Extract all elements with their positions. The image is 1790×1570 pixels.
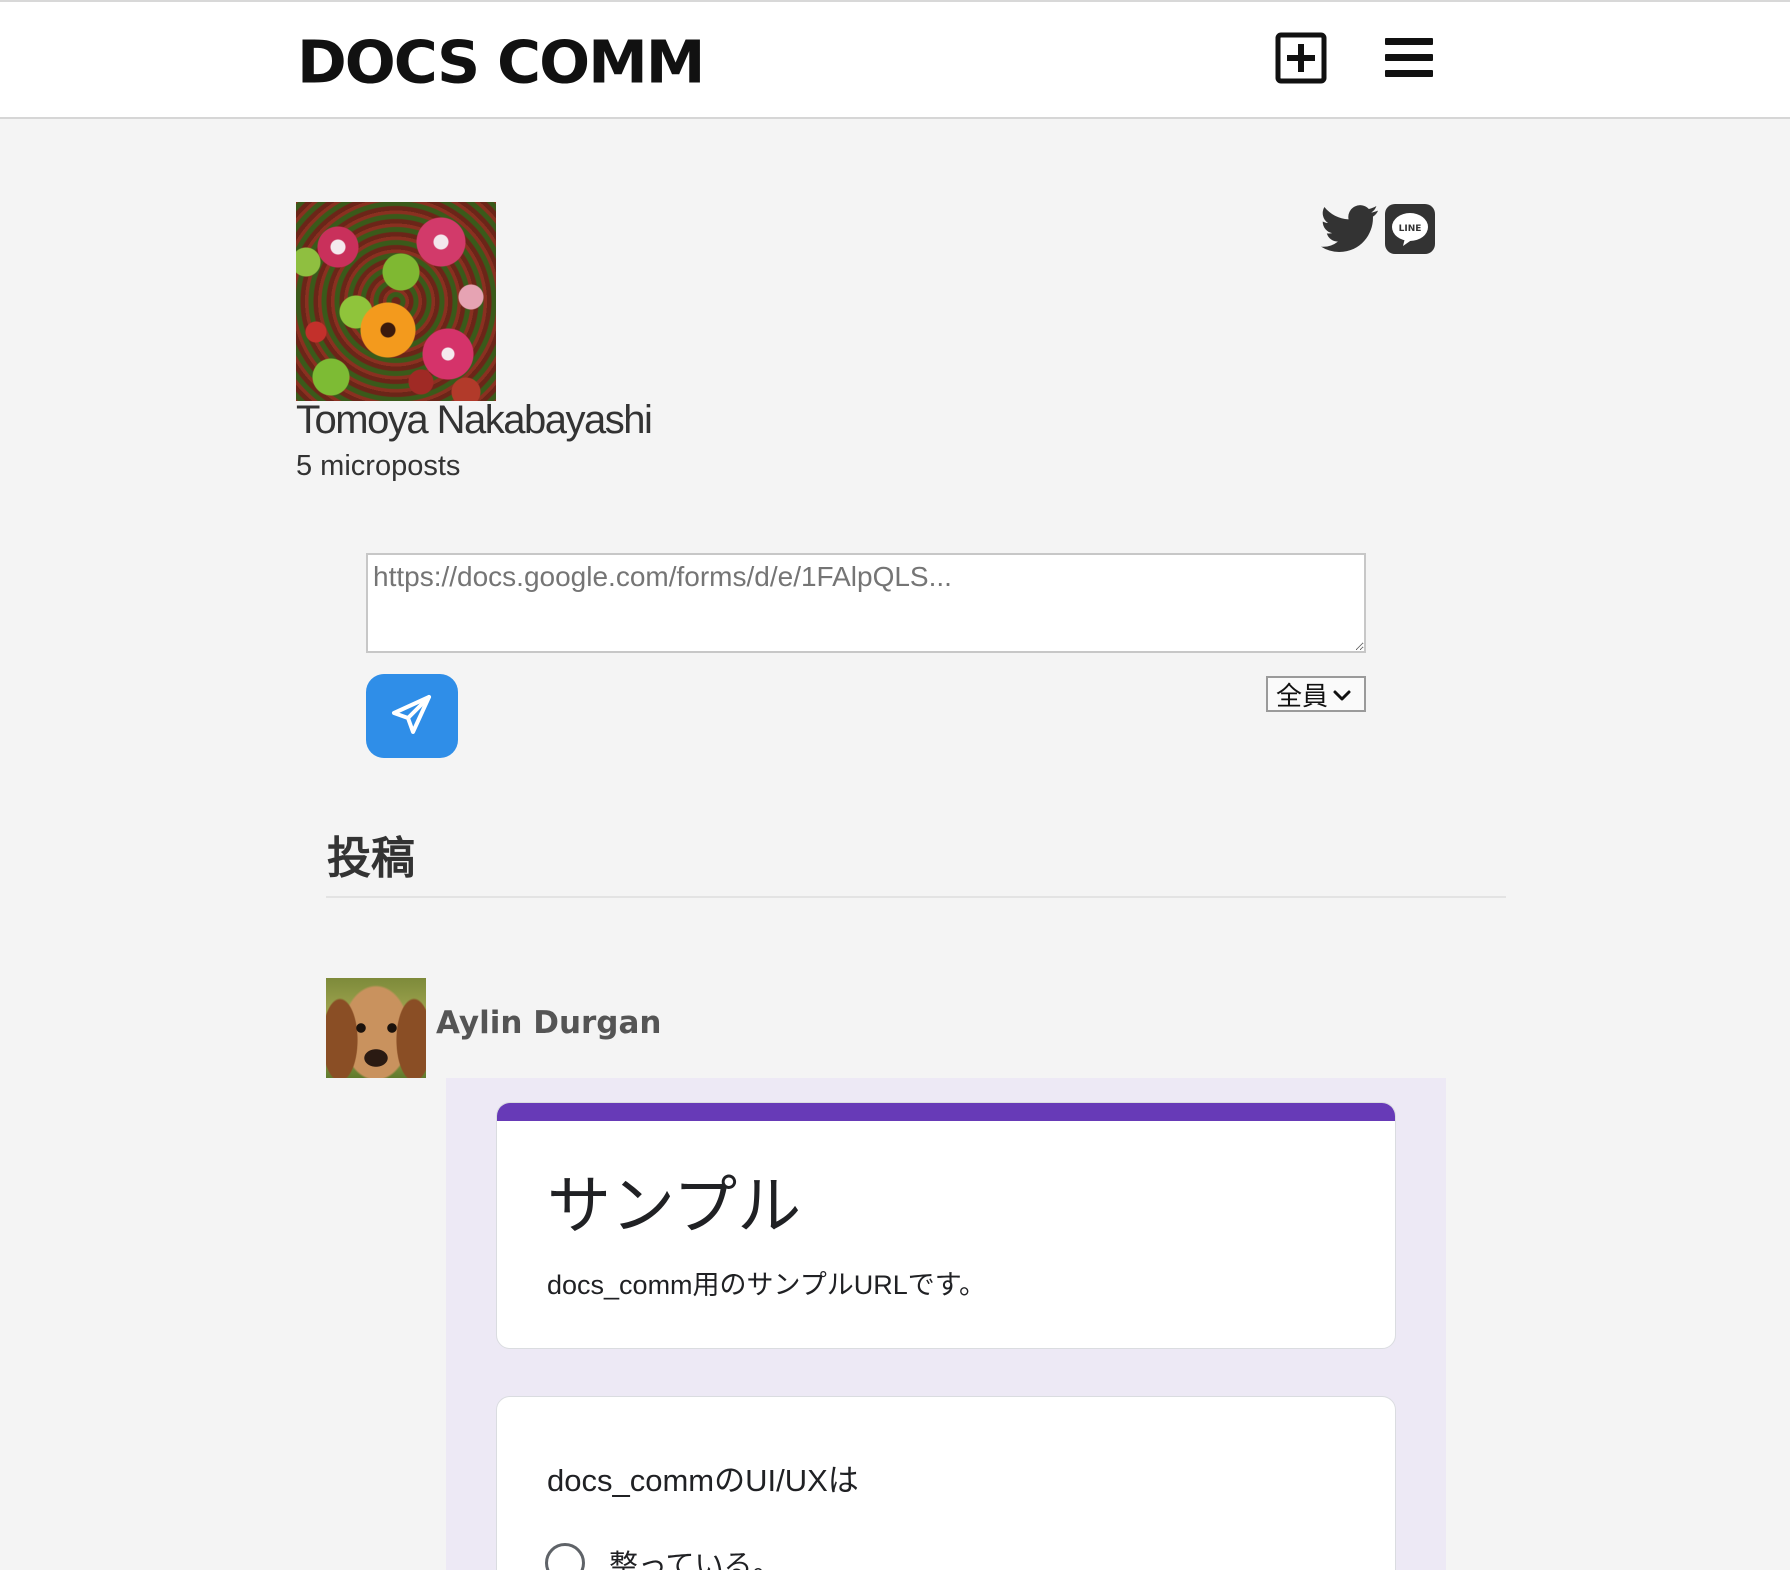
- chevron-down-icon: [1332, 679, 1352, 710]
- url-input[interactable]: [366, 553, 1366, 653]
- profile-name: Tomoya Nakabayashi: [296, 398, 653, 442]
- audience-select-value: 全員: [1276, 680, 1329, 711]
- post-author-avatar[interactable]: [326, 978, 426, 1078]
- micropost-count: 5 microposts: [296, 450, 461, 482]
- form-header-card: サンプル docs_comm用のサンプルURLです。: [496, 1102, 1396, 1349]
- send-button[interactable]: [366, 674, 458, 758]
- embedded-google-form[interactable]: サンプル docs_comm用のサンプルURLです。 docs_commのUI/…: [446, 1078, 1446, 1570]
- top-navbar: DOCS COMM: [0, 2, 1790, 119]
- radio-option-label: 整っている。: [609, 1550, 782, 1570]
- question-title: docs_commのUI/UXは: [547, 1463, 859, 1498]
- hamburger-menu-icon[interactable]: [1383, 32, 1435, 89]
- audience-select[interactable]: 全員: [1266, 676, 1366, 712]
- paper-plane-icon: [389, 692, 435, 741]
- section-divider: [326, 896, 1506, 898]
- svg-text:LINE: LINE: [1399, 224, 1422, 234]
- brand-logo[interactable]: DOCS COMM: [297, 29, 706, 98]
- plus-square-icon[interactable]: [1275, 32, 1327, 89]
- profile-avatar: [296, 202, 496, 401]
- twitter-icon[interactable]: [1321, 204, 1379, 259]
- form-description: docs_comm用のサンプルURLです。: [547, 1270, 987, 1300]
- radio-button[interactable]: [545, 1543, 585, 1570]
- radio-option[interactable]: 整っている。: [545, 1542, 782, 1570]
- form-question-card: docs_commのUI/UXは 整っている。: [496, 1396, 1396, 1570]
- post-author-name[interactable]: Aylin Durgan: [436, 1005, 661, 1041]
- form-title: サンプル: [547, 1170, 802, 1244]
- posts-section-title: 投稿: [327, 833, 415, 884]
- form-accent-bar: [497, 1103, 1395, 1121]
- line-icon[interactable]: LINE: [1385, 204, 1435, 259]
